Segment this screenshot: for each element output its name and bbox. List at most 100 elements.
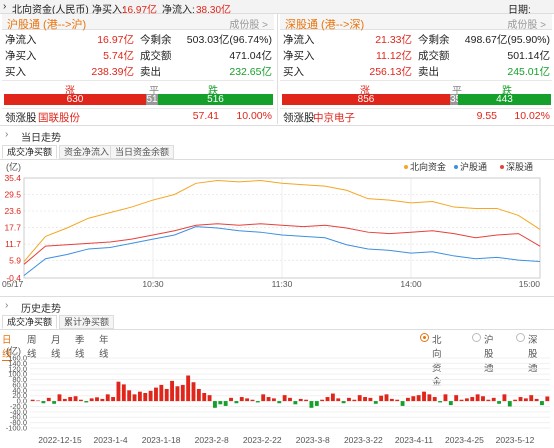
bar — [481, 396, 485, 402]
bar — [154, 387, 158, 402]
bar — [62, 398, 67, 402]
stat-value: 238.39亿 — [91, 66, 134, 78]
bar — [288, 397, 292, 402]
x-tick-label: 2023-2-22 — [243, 435, 282, 445]
decliners-bar: 443 — [458, 94, 551, 105]
stat-value: 16.97亿 — [97, 34, 134, 46]
bar — [529, 395, 534, 402]
tab-balance[interactable]: 当日资金余额 — [110, 145, 175, 159]
bar — [502, 394, 507, 402]
y-tick-label: 23.6 — [4, 206, 21, 216]
bar — [116, 381, 121, 402]
legend-marker — [500, 165, 504, 169]
bar — [438, 401, 443, 403]
bar — [470, 397, 475, 402]
bar — [497, 401, 502, 404]
bar — [464, 398, 469, 402]
legend-label: 沪股通 — [460, 161, 487, 172]
bar — [207, 395, 212, 402]
bar — [486, 399, 491, 402]
radio-sz[interactable] — [516, 333, 525, 342]
constituents-link[interactable]: 成份股 > — [507, 16, 546, 31]
bar — [379, 395, 384, 402]
bar — [84, 401, 89, 403]
bar — [352, 399, 357, 402]
stat-label: 净买入 — [5, 50, 37, 62]
stat-value: 5.74亿 — [103, 50, 134, 62]
leader-label: 领涨股 — [283, 112, 315, 124]
stat-label: 成交额 — [140, 50, 172, 62]
history-bar-chart: (亿)-100.0-80.0-60.0-40.0-20.00.020.040.0… — [6, 346, 550, 445]
stat-value: 21.33亿 — [375, 34, 412, 46]
bar — [57, 394, 62, 402]
x-tick-label: 2023-1-4 — [94, 435, 128, 445]
x-tick-label: 05/17 — [2, 279, 24, 289]
legend-label: 北向资金 — [410, 161, 446, 172]
bar — [105, 394, 110, 402]
x-tick-label: 14:00 — [400, 279, 422, 289]
collapse-icon[interactable]: › — [5, 300, 8, 311]
bar — [395, 399, 400, 402]
tab-history-net-buy[interactable]: 成交净买额 — [2, 315, 58, 329]
bar — [400, 401, 405, 406]
panel-header: 深股通 (港-->深) 成份股 > — [280, 14, 552, 31]
stat-value: 245.01亿 — [507, 66, 550, 78]
bar — [137, 391, 142, 402]
bar — [330, 393, 335, 402]
stat-row: 净流入 16.97亿 今剩余 503.03亿(96.74%) — [2, 31, 274, 47]
bar — [282, 395, 287, 402]
y-tick-label: 35.4 — [4, 173, 21, 183]
stat-row: 买入 256.13亿 卖出 245.01亿 — [280, 63, 552, 79]
stat-label: 卖出 — [418, 66, 439, 78]
bar — [540, 401, 544, 406]
tab-history-cumulative[interactable]: 累计净买额 — [59, 315, 115, 329]
stat-row: 净买入 5.74亿 成交额 471.04亿 — [2, 47, 274, 63]
stat-value: 503.03亿(96.74%) — [186, 34, 272, 46]
stat-row: 净买入 11.12亿 成交额 501.14亿 — [280, 47, 552, 63]
bar — [266, 397, 271, 402]
bar — [491, 397, 496, 402]
bar — [422, 391, 426, 402]
stat-row: 买入 238.39亿 卖出 232.65亿 — [2, 63, 274, 79]
tab-net-inflow[interactable]: 资金净流入 — [59, 145, 115, 159]
panel-header: 沪股通 (港-->沪) 成份股 > — [2, 14, 274, 31]
stat-label: 今剩余 — [140, 34, 172, 46]
collapse-icon[interactable]: › — [5, 129, 8, 140]
radio-north-selected[interactable] — [420, 333, 429, 342]
bar — [78, 399, 83, 402]
breadth-labels: 涨 平 跌 — [280, 82, 552, 97]
bar — [298, 398, 303, 402]
leader-stock-name[interactable]: 国联股份 — [38, 110, 80, 125]
radio-sh[interactable] — [472, 333, 481, 342]
section-title: 历史走势 — [21, 304, 61, 315]
bar — [196, 388, 201, 402]
bar — [229, 397, 233, 402]
bar — [223, 401, 228, 406]
x-tick-label: 2023-3-8 — [296, 435, 330, 445]
bar — [545, 396, 550, 402]
leader-stock-name[interactable]: 中京电子 — [313, 110, 355, 125]
leader-price: 9.55 — [476, 110, 497, 122]
leader-row[interactable]: 领涨股 中京电子 9.55 10.02% — [280, 109, 552, 125]
expand-icon[interactable]: › — [3, 1, 6, 12]
y-tick-label: 17.7 — [4, 222, 21, 232]
bar — [164, 388, 169, 402]
leader-pct: 10.02% — [514, 110, 550, 122]
bar — [443, 394, 448, 402]
bar — [95, 397, 99, 402]
constituents-link[interactable]: 成份股 > — [229, 16, 268, 31]
breadth-labels: 涨 平 跌 — [2, 82, 274, 97]
x-tick-label: 2023-2-8 — [195, 435, 229, 445]
tab-net-buy[interactable]: 成交净买额 — [2, 145, 58, 159]
x-tick-label: 15:00 — [519, 279, 541, 289]
leader-row[interactable]: 领涨股 国联股份 57.41 10.00% — [2, 109, 274, 125]
history-section-header: › 历史走势 — [0, 298, 554, 315]
bar — [432, 397, 437, 402]
bar — [89, 398, 94, 402]
stat-value: 498.67亿(95.90%) — [464, 34, 550, 46]
bar — [368, 397, 373, 402]
bar — [111, 397, 116, 402]
bar — [459, 399, 464, 402]
bar — [41, 401, 46, 404]
stat-label: 净流入 — [5, 34, 37, 46]
